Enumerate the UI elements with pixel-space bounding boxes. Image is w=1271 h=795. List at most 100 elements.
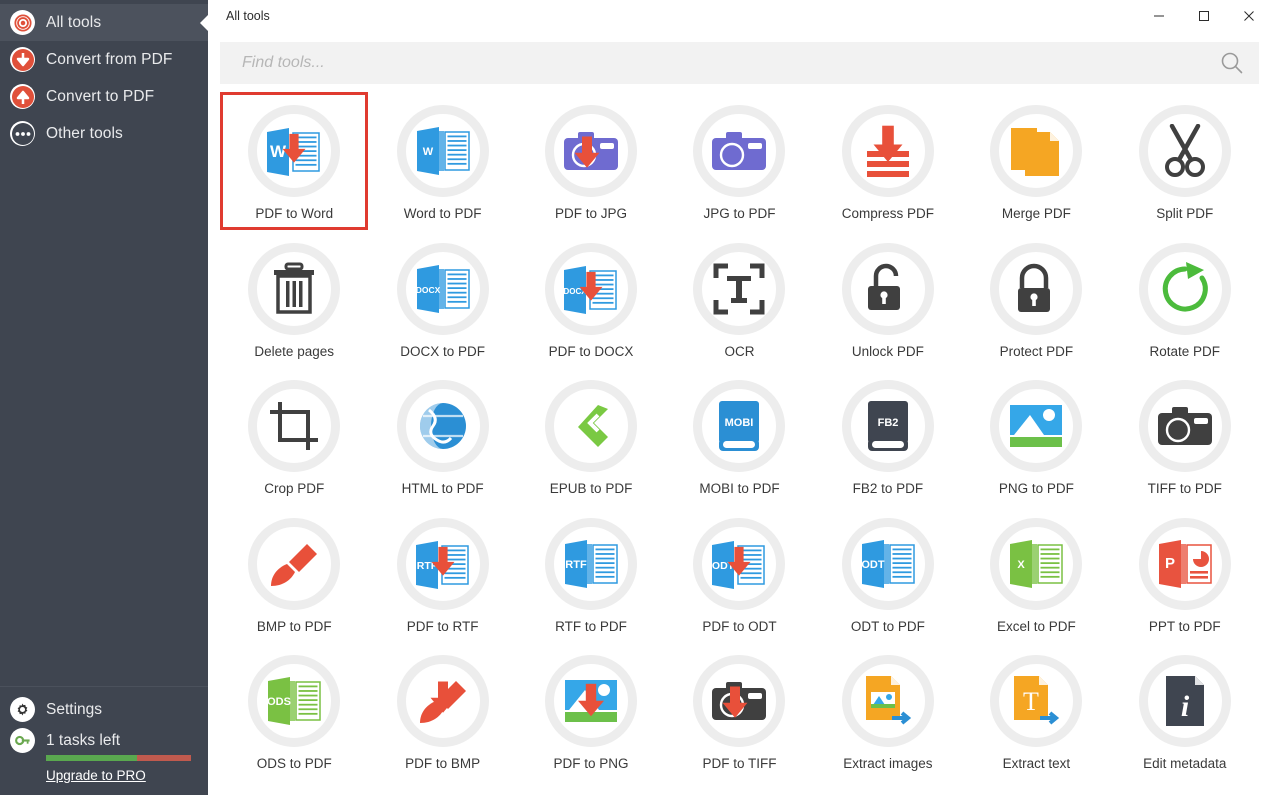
tool-rotate-pdf[interactable]: Rotate PDF [1111,230,1259,368]
tool-split-pdf[interactable]: Split PDF [1111,92,1259,230]
search-input[interactable] [242,54,1219,72]
pdf-to-rtf-icon: RTF [396,517,489,610]
tool-edit-metadata[interactable]: i Edit metadata [1111,642,1259,780]
main-panel: All tools WPDF to [208,0,1271,795]
tool-epub-to-pdf[interactable]: EPUB to PDF [517,367,665,505]
sidebar-item-label: All tools [46,13,102,31]
tool-label: Protect PDF [999,343,1074,359]
tool-label: PDF to ODT [702,618,777,634]
tool-fb2-to-pdf[interactable]: FB2 FB2 to PDF [814,367,962,505]
sidebar-item-other-tools[interactable]: Other tools [0,115,208,152]
extract-images-icon [841,655,934,747]
gear-icon [10,697,35,722]
upgrade-to-pro-link[interactable]: Upgrade to PRO [46,768,191,783]
tool-pdf-to-docx[interactable]: DOCX PDF to DOCX [517,230,665,368]
tool-ocr[interactable]: OCR [665,230,813,368]
scissors-icon [1138,105,1231,197]
tool-pdf-to-word[interactable]: W PDF to Word [220,92,369,230]
pdf-to-jpg-icon [545,105,638,197]
sidebar-item-label: Convert to PDF [46,87,155,105]
crop-icon [248,380,341,472]
rtf-to-pdf-icon: RTF [545,517,638,610]
tool-protect-pdf[interactable]: Protect PDF [962,230,1110,368]
svg-text:T: T [1023,687,1039,716]
tool-crop-pdf[interactable]: Crop PDF [220,367,368,505]
tool-odt-to-pdf[interactable]: ODT ODT to PDF [814,505,962,643]
tasks-left-block: 1 tasks left Upgrade to PRO [10,728,208,783]
svg-text:P: P [1165,555,1175,572]
search-icon[interactable] [1219,50,1245,76]
tool-label: OCR [724,343,755,359]
tool-label: Extract images [843,756,933,771]
tool-extract-text[interactable]: T Extract text [962,642,1110,780]
title-bar: All tools [208,0,1271,32]
sidebar-item-convert-to-pdf[interactable]: Convert to PDF [0,78,208,115]
svg-text:X: X [1018,559,1026,571]
tool-pdf-to-png[interactable]: PDF to PNG [517,642,665,780]
close-button[interactable] [1226,0,1271,32]
compress-pdf-icon [841,105,934,197]
tool-pdf-to-tiff[interactable]: PDF to TIFF [665,642,813,780]
tool-docx-to-pdf[interactable]: DOCX DOCX to PDF [368,230,516,368]
sidebar-item-all-tools[interactable]: All tools [0,4,208,41]
epub-icon [545,380,638,472]
tool-delete-pages[interactable]: Delete pages [220,230,368,368]
spiral-icon [10,10,35,35]
tool-label: Delete pages [254,343,334,359]
fb2-icon: FB2 [841,380,934,472]
arrow-up-circle-icon [10,84,35,109]
tool-label: RTF to PDF [555,618,627,634]
tool-label: Extract text [1002,756,1071,771]
tool-rtf-to-pdf[interactable]: RTF RTF to PDF [517,505,665,643]
tool-jpg-to-pdf[interactable]: JPG to PDF [665,92,813,230]
svg-text:W: W [422,146,433,158]
tool-bmp-to-pdf[interactable]: BMP to PDF [220,505,368,643]
tools-grid: W PDF to Word W Word to PDF PDF to JPG JPG to… [208,84,1271,795]
tool-label: PDF to PNG [553,756,629,771]
tasks-progress-fill [46,755,138,761]
tool-word-to-pdf[interactable]: W Word to PDF [368,92,516,230]
rotate-icon [1138,242,1231,335]
tool-pdf-to-rtf[interactable]: RTF PDF to RTF [368,505,516,643]
tool-ppt-to-pdf[interactable]: P PPT to PDF [1111,505,1259,643]
sidebar-nav: All tools Convert from PDF Convert to PDF O… [0,0,208,152]
tool-merge-pdf[interactable]: Merge PDF [962,92,1110,230]
tool-label: Unlock PDF [851,343,924,359]
pdf-to-png-icon [545,655,638,747]
search-bar[interactable] [220,42,1259,84]
app-window: All tools Convert from PDF Convert to PDF O… [0,0,1271,795]
jpg-to-pdf-icon [693,105,786,197]
pdf-to-word-icon: W [248,105,341,197]
tool-pdf-to-jpg[interactable]: PDF to JPG [517,92,665,230]
tool-label: Excel to PDF [996,618,1076,634]
tool-label: TIFF to PDF [1147,481,1222,496]
tool-label: Crop PDF [264,481,325,496]
tool-label: ODT to PDF [850,618,925,634]
tool-ods-to-pdf[interactable]: ODS ODS to PDF [220,642,368,780]
unlock-icon [841,242,934,335]
tool-compress-pdf[interactable]: Compress PDF [814,92,962,230]
window-title: All tools [226,9,270,23]
svg-text:i: i [1181,690,1190,723]
maximize-button[interactable] [1181,0,1226,32]
sidebar-item-settings[interactable]: Settings [10,697,208,722]
tool-tiff-to-pdf[interactable]: TIFF to PDF [1111,367,1259,505]
tool-pdf-to-odt[interactable]: ODT PDF to ODT [665,505,813,643]
minimize-button[interactable] [1136,0,1181,32]
tool-unlock-pdf[interactable]: Unlock PDF [814,230,962,368]
tool-png-to-pdf[interactable]: PNG to PDF [962,367,1110,505]
tool-pdf-to-bmp[interactable]: PDF to BMP [368,642,516,780]
sidebar-item-convert-from-pdf[interactable]: Convert from PDF [0,41,208,78]
pdf-to-odt-icon: ODT [693,517,786,610]
word-to-pdf-icon: W [396,105,489,197]
pdf-to-tiff-icon [693,655,786,747]
tool-excel-to-pdf[interactable]: X Excel to PDF [962,505,1110,643]
lock-icon [990,242,1083,335]
tool-label: PNG to PDF [998,481,1074,496]
tool-html-to-pdf[interactable]: HTML to PDF [368,367,516,505]
tool-mobi-to-pdf[interactable]: MOBI MOBI to PDF [665,367,813,505]
tool-extract-images[interactable]: Extract images [814,642,962,780]
tool-label: PDF to TIFF [702,756,777,771]
pdf-to-bmp-icon [396,655,489,747]
